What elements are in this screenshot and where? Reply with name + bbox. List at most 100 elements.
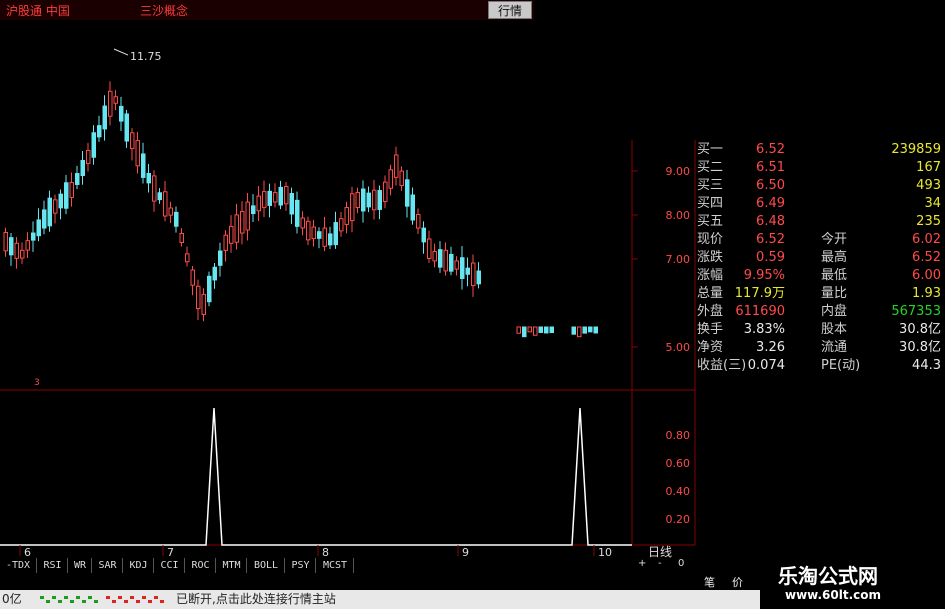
quote-row: 总量 117.9万 量比 1.93: [697, 285, 945, 303]
candle-body: [229, 225, 234, 244]
quote-value: 6.02: [912, 232, 941, 247]
volume-dot: [106, 596, 110, 599]
candle-body: [438, 249, 443, 268]
indicator-tab[interactable]: MCST: [317, 558, 354, 573]
indicator-line: [0, 407, 632, 546]
candle-body: [185, 253, 190, 263]
candlestick-series: [3, 81, 598, 338]
candle-body: [86, 149, 91, 165]
candle-body: [577, 326, 582, 338]
candle-body: [113, 96, 118, 104]
indicator-tab[interactable]: WR: [69, 558, 92, 573]
volume-dot: [82, 600, 86, 603]
indicator-tab[interactable]: -TDX: [0, 558, 37, 573]
quote-label: 涨跌: [697, 250, 724, 265]
candle-body: [119, 105, 124, 122]
high-label: 11.75: [130, 50, 162, 63]
zoom-in-button[interactable]: +: [638, 558, 646, 569]
candle-body: [152, 175, 157, 202]
quote-row: 净资 3.26 流通 30.8亿: [697, 339, 945, 357]
indicator-tab[interactable]: ROC: [186, 558, 216, 573]
quote-row: 现价 6.52 今开 6.02: [697, 231, 945, 249]
candle-body: [273, 192, 278, 203]
bid-volume: 239859: [891, 142, 941, 157]
status-message[interactable]: 已断开,点击此处连接行情主站: [176, 590, 336, 609]
quote-value: 117.9万: [734, 286, 785, 301]
indicator-axis-ticks: 0.80 0.60 0.40 0.20: [666, 429, 691, 526]
candle-body: [427, 238, 432, 260]
candle-body: [432, 250, 437, 262]
candle-body: [399, 170, 404, 187]
volume-dot: [40, 596, 44, 599]
indicator-tab[interactable]: RSI: [38, 558, 68, 573]
candle-body: [421, 227, 426, 243]
candle-body: [267, 190, 272, 206]
indicator-tab[interactable]: BOLL: [248, 558, 285, 573]
quote-value: 9.95%: [743, 268, 785, 283]
volume-dot: [130, 596, 134, 599]
price-tab[interactable]: 价: [732, 574, 743, 590]
candle-body: [465, 267, 470, 275]
candle-body: [223, 234, 228, 251]
candle-body: [383, 181, 388, 203]
candle-body: [135, 140, 140, 167]
bid-row: 买三 6.50 493: [697, 177, 945, 195]
price-tick-label: 7.00: [666, 253, 691, 266]
candle-body: [240, 211, 245, 234]
quote-label: 最高: [821, 250, 848, 265]
candle-body: [311, 226, 316, 240]
candle-body: [256, 195, 261, 212]
candle-body: [47, 197, 52, 227]
candle-body: [58, 193, 63, 209]
price-axis-ticks: 9.00 8.00 7.00 5.00: [632, 165, 690, 354]
marker-label: 3: [34, 378, 40, 388]
time-axis-ticks: 6 7 8 9 10: [19, 545, 612, 559]
candle-body: [64, 182, 69, 209]
candle-body: [344, 207, 349, 225]
indicator-tab[interactable]: KDJ: [124, 558, 154, 573]
candle-body: [190, 269, 195, 286]
quote-label: 收益(三): [697, 358, 747, 373]
bid-label: 买二: [697, 160, 724, 175]
volume-dot: [64, 596, 68, 599]
reset-button[interactable]: 0: [678, 558, 684, 569]
indicator-tab[interactable]: SAR: [93, 558, 123, 573]
zoom-out-button[interactable]: -: [658, 558, 662, 569]
candle-body: [141, 153, 146, 178]
candle-body: [544, 326, 549, 334]
quote-value: 44.3: [912, 358, 941, 373]
quote-value: 6.52: [756, 232, 785, 247]
quote-label: 今开: [821, 232, 848, 247]
candle-body: [53, 199, 58, 214]
candle-body: [317, 231, 322, 239]
candle-body: [174, 211, 179, 227]
candle-body: [9, 237, 14, 256]
bid-row: 买五 6.48 235: [697, 213, 945, 231]
indicator-tab[interactable]: MTM: [217, 558, 247, 573]
candle-body: [372, 189, 377, 211]
bid-label: 买三: [697, 178, 724, 193]
period-label[interactable]: 日线: [648, 545, 672, 559]
watermark-url: www.60lt.com: [785, 588, 882, 602]
quote-label: 总量: [697, 286, 724, 301]
candle-body: [36, 219, 41, 237]
quote-value: 6.52: [912, 250, 941, 265]
tick-tab[interactable]: 笔: [704, 574, 715, 590]
high-pointer: [113, 48, 129, 56]
indicator-tab[interactable]: CCI: [155, 558, 185, 573]
candle-body: [333, 222, 338, 246]
status-bar[interactable]: 0亿 已断开,点击此处连接行情主站: [0, 590, 760, 609]
candle-body: [361, 188, 366, 212]
volume-dot: [70, 600, 74, 603]
quote-label: 现价: [697, 232, 724, 247]
bid-row: 买一 6.52 239859: [697, 141, 945, 159]
quote-label: 外盘: [697, 304, 724, 319]
quote-value: 567353: [891, 304, 941, 319]
volume-dot: [94, 600, 98, 603]
quote-row: 换手 3.83% 股本 30.8亿: [697, 321, 945, 339]
indicator-tab[interactable]: PSY: [286, 558, 316, 573]
candle-body: [108, 90, 113, 117]
price-tick-label: 5.00: [666, 341, 691, 354]
quote-label: 量比: [821, 286, 848, 301]
bid-row: 买二 6.51 167: [697, 159, 945, 177]
